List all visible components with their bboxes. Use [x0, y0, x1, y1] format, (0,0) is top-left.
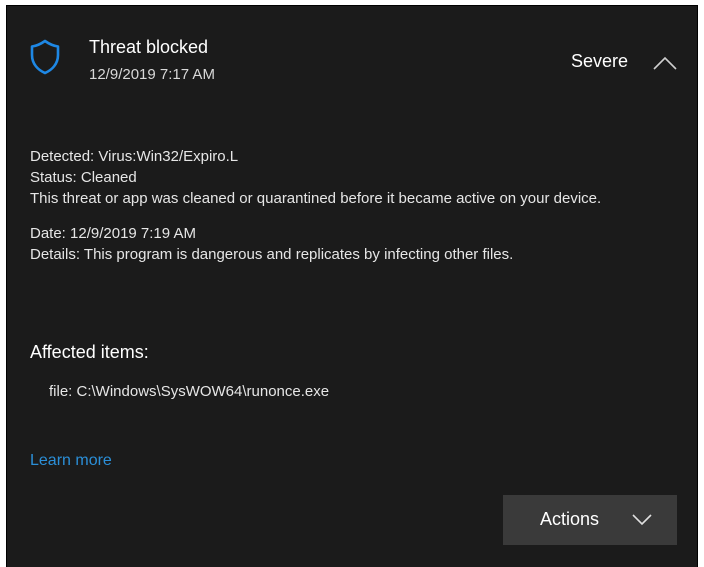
severity-label: Severe [571, 51, 629, 71]
learn-more-link[interactable]: Learn more [30, 452, 112, 470]
chevron-down-icon [632, 514, 652, 526]
threat-title: Threat blocked [89, 37, 209, 57]
actions-button[interactable]: Actions [503, 495, 677, 545]
date-line: Date: 12/9/2019 7:19 AM [30, 225, 196, 242]
shield-icon [30, 39, 60, 75]
description-line: Details: This program is dangerous and r… [30, 246, 514, 263]
status-message: This threat or app was cleaned or quaran… [30, 190, 602, 207]
affected-item: file: C:\Windows\SysWOW64\runonce.exe [49, 383, 330, 400]
detected-line: Detected: Virus:Win32/Expiro.L [30, 148, 239, 165]
chevron-up-icon[interactable] [652, 53, 678, 73]
actions-label: Actions [540, 509, 600, 529]
threat-timestamp: 12/9/2019 7:17 AM [89, 66, 215, 83]
threat-details: Detected: Virus:Win32/Expiro.L Status: C… [30, 146, 680, 265]
status-line: Status: Cleaned [30, 169, 137, 186]
affected-items-heading: Affected items: [30, 342, 149, 362]
threat-card: Threat blocked 12/9/2019 7:17 AM Severe … [6, 5, 698, 567]
threat-header[interactable]: Threat blocked 12/9/2019 7:17 AM Severe [7, 6, 699, 116]
